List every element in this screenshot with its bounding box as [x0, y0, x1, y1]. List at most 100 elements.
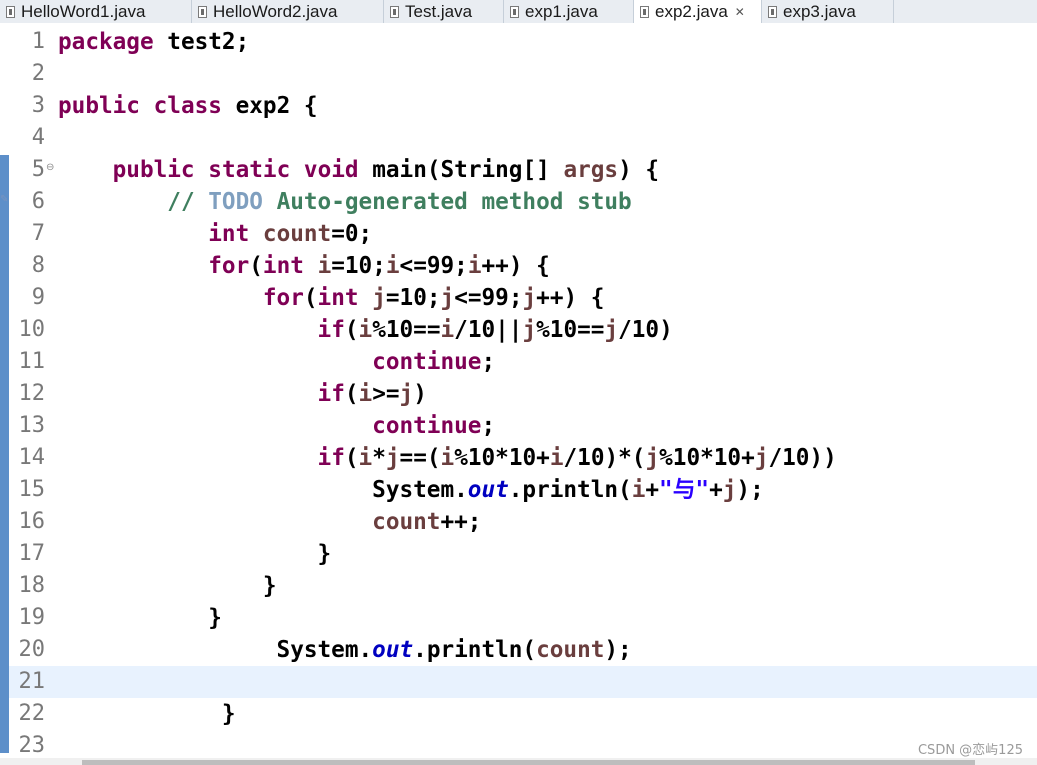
code-text: package test2; — [58, 27, 249, 57]
tab-helloword1[interactable]: HelloWord1.java — [0, 0, 192, 23]
tab-label: exp3.java — [783, 1, 856, 21]
code-token: j — [604, 317, 619, 343]
code-token: ( — [249, 253, 263, 279]
java-file-icon — [198, 5, 207, 18]
code-token: continue — [372, 349, 482, 375]
code-token: ); — [736, 477, 764, 503]
code-line[interactable]: 13 continue; — [0, 410, 1037, 442]
code-line[interactable]: 22 } — [0, 698, 1037, 730]
code-line[interactable]: 7 int count=0; — [0, 218, 1037, 250]
code-token: for — [262, 285, 304, 311]
code-line[interactable]: 18 } — [0, 570, 1037, 602]
code-line[interactable]: 8 for(int i=10;i<=99;i++) { — [0, 250, 1037, 282]
code-token: System. — [58, 637, 373, 663]
code-text: continue; — [58, 411, 495, 441]
code-token: ++; — [440, 509, 482, 535]
code-line[interactable]: 3 public class exp2 { — [0, 90, 1037, 122]
code-text: count++; — [58, 507, 481, 537]
code-token: /10|| — [454, 317, 523, 343]
code-token: out — [372, 637, 414, 663]
tab-exp2[interactable]: exp2.java ✕ — [634, 0, 762, 23]
code-text: } — [58, 539, 332, 569]
line-number: 2 — [31, 61, 45, 86]
code-token: // — [167, 189, 209, 215]
code-token: <=99; — [399, 253, 468, 279]
tab-exp3[interactable]: exp3.java — [762, 0, 894, 23]
code-line[interactable]: 20 System.out.println(count); — [0, 634, 1037, 666]
code-token: %10*10+ — [659, 445, 755, 471]
code-line[interactable]: 14 if(i*j==(i%10*10+i/10)*(j%10*10+j/10)… — [0, 442, 1037, 474]
code-line[interactable]: 5 public static void main(String[] args)… — [0, 154, 1037, 186]
code-line[interactable]: 11 continue; — [0, 346, 1037, 378]
code-text: } — [58, 603, 222, 633]
code-token: %10== — [372, 317, 441, 343]
code-token: void — [303, 157, 359, 183]
code-line[interactable]: 10 if(i%10==i/10||j%10==j/10) — [0, 314, 1037, 346]
code-token: j — [754, 445, 769, 471]
code-token: i — [358, 317, 373, 343]
code-line[interactable]: 16 count++; — [0, 506, 1037, 538]
code-line[interactable]: 19 } — [0, 602, 1037, 634]
line-number: 4 — [31, 125, 45, 150]
code-line[interactable]: 17 } — [0, 538, 1037, 570]
close-icon[interactable]: ✕ — [735, 5, 745, 19]
code-token: if — [317, 317, 345, 343]
fold-collapse-icon[interactable]: ⊖ — [46, 162, 54, 173]
tab-test[interactable]: Test.java — [384, 0, 504, 23]
code-token: =10; — [331, 253, 386, 279]
code-line[interactable]: 2 — [0, 58, 1037, 90]
code-token: j — [399, 381, 414, 407]
code-editor[interactable]: 1 package test2; 2 3 public class exp2 { 4 5 p… — [0, 23, 1037, 765]
code-token: i — [317, 253, 332, 279]
code-text: if(i*j==(i%10*10+i/10)*(j%10*10+j/10)) — [58, 443, 837, 473]
tab-label: exp2.java — [655, 1, 728, 21]
code-token: i — [549, 445, 564, 471]
code-token: /10) — [618, 317, 673, 343]
code-token: i — [440, 317, 455, 343]
code-line[interactable]: 21 — [0, 666, 1037, 698]
code-text: for(int j=10;j<=99;j++) { — [58, 283, 605, 313]
code-token: ++) { — [536, 285, 605, 311]
code-token: ); — [604, 637, 632, 663]
code-token: >= — [372, 381, 400, 407]
horizontal-scrollbar[interactable] — [0, 758, 1037, 765]
code-token: } — [58, 573, 277, 599]
code-line[interactable]: 12 if(i>=j) — [0, 378, 1037, 410]
code-line[interactable]: 4 — [0, 122, 1037, 154]
code-token: %10== — [536, 317, 605, 343]
code-token: j — [385, 445, 400, 471]
code-token: ==( — [399, 445, 441, 471]
code-line[interactable]: 9 for(int j=10;j<=99;j++) { — [0, 282, 1037, 314]
code-token: + — [645, 477, 660, 503]
java-file-icon — [510, 5, 519, 18]
code-token: <=99; — [454, 285, 523, 311]
code-token: i — [467, 253, 482, 279]
code-line[interactable]: 1 package test2; — [0, 26, 1037, 58]
code-token: main(String[] — [358, 157, 564, 183]
code-token: } — [58, 541, 332, 567]
code-token: ++) { — [481, 253, 550, 279]
code-token: j — [372, 285, 386, 311]
code-text: System.out.println(i+"与"+j); — [58, 475, 764, 505]
code-token: count — [262, 221, 332, 247]
code-line[interactable]: 6 // TODO Auto-generated method stub — [0, 186, 1037, 218]
code-token: if — [317, 381, 345, 407]
task-marker-icon: ✎ — [0, 194, 9, 205]
code-line[interactable]: 15 System.out.println(i+"与"+j); — [0, 474, 1037, 506]
scrollbar-thumb[interactable] — [82, 760, 975, 765]
code-token: + — [709, 477, 723, 503]
tab-exp1[interactable]: exp1.java — [504, 0, 634, 23]
code-text: public class exp2 { — [58, 91, 318, 121]
code-token: for — [208, 253, 250, 279]
code-token: if — [317, 445, 345, 471]
tab-helloword2[interactable]: HelloWord2.java — [192, 0, 384, 23]
code-token: i — [358, 445, 373, 471]
